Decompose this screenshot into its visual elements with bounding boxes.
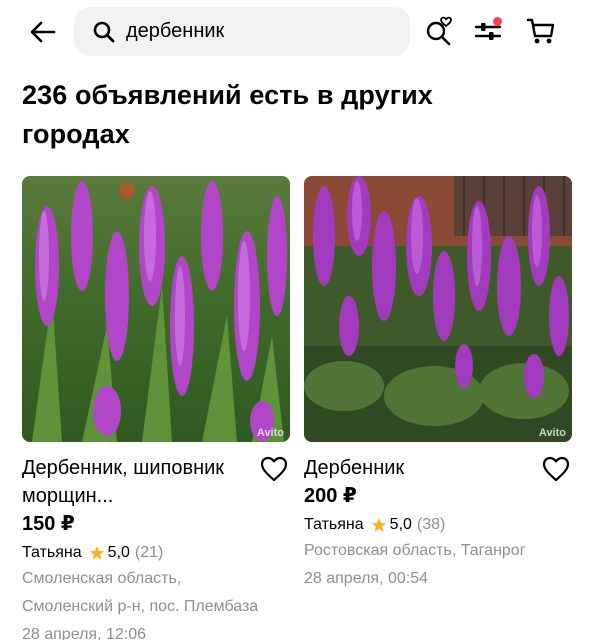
listing-date: 28 апреля, 00:54 (304, 570, 428, 587)
review-count: (38) (416, 516, 446, 533)
seller-info: Татьяна 5,0 (38) (304, 513, 572, 537)
filters-badge-dot (493, 17, 502, 26)
search-bar[interactable] (74, 7, 410, 56)
listing-location-detail: Смоленский р-н, пос. Плембаза (22, 598, 259, 615)
listing-price: 200 ₽ (304, 485, 357, 507)
listing-date: 28 апреля, 12:06 (22, 626, 146, 640)
flower-photo (304, 176, 572, 442)
seller-name: Татьяна (22, 544, 82, 561)
back-button[interactable] (26, 16, 60, 48)
saved-search-icon (426, 16, 452, 46)
seller-info: Татьяна 5,0 (21) (22, 541, 290, 565)
listing-photo[interactable]: Avito (22, 176, 290, 442)
listing-location: Ростовская область, Таганрог (304, 542, 526, 559)
review-count: (21) (134, 544, 164, 561)
star-icon (371, 518, 386, 532)
listing-card[interactable]: Avito Дербенник, шиповник морщин... 150 … (22, 176, 290, 640)
listing-title[interactable]: Дербенник (304, 454, 529, 482)
back-arrow-icon (30, 21, 56, 43)
listing-title[interactable]: Дербенник, шиповник морщин... (22, 454, 247, 510)
cart-icon (526, 18, 555, 44)
search-icon (93, 21, 115, 42)
top-bar (0, 0, 592, 62)
seller-name: Татьяна (304, 516, 364, 533)
flower-photo (22, 176, 290, 442)
heart-icon[interactable] (542, 456, 570, 482)
search-input[interactable] (126, 20, 386, 43)
avito-watermark: Avito (538, 427, 566, 439)
results-headline: 236 объявлений есть в других городах (22, 80, 433, 149)
seller-rating: 5,0 (389, 516, 412, 533)
listing-price: 150 ₽ (22, 513, 75, 535)
avito-watermark: Avito (256, 427, 284, 439)
listing-photo[interactable]: Avito (304, 176, 572, 442)
saved-search-button[interactable] (423, 14, 455, 48)
cart-button[interactable] (525, 14, 557, 48)
star-icon (89, 546, 104, 560)
listing-location: Смоленская область, (22, 570, 182, 587)
filters-button[interactable] (472, 14, 504, 48)
listing-card[interactable]: Avito Дербенник 200 ₽ Татьяна 5,0 (38) Р… (304, 176, 572, 593)
seller-rating: 5,0 (107, 544, 130, 561)
heart-icon[interactable] (260, 456, 288, 482)
